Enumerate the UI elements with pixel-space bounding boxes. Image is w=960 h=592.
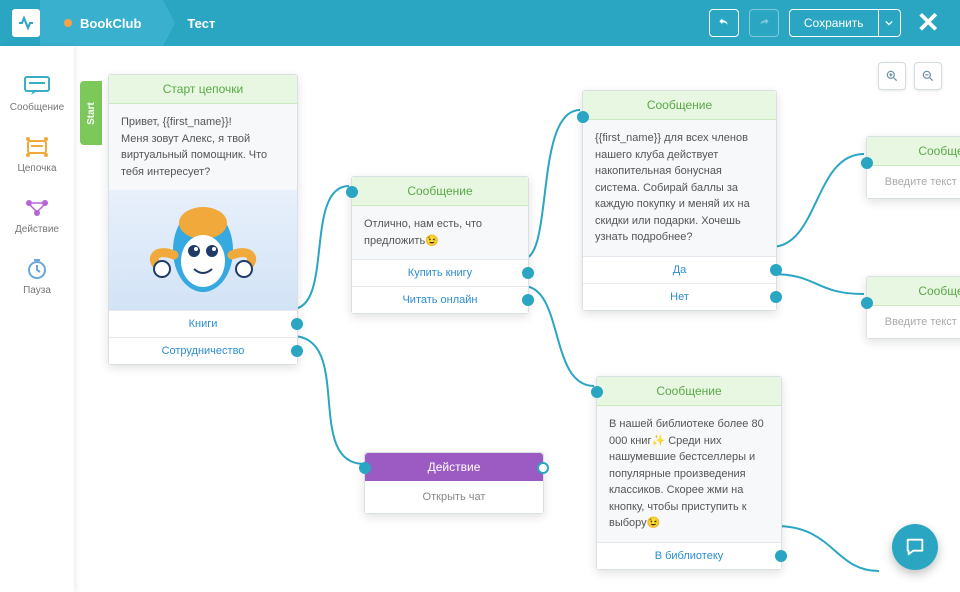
- save-dropdown[interactable]: [879, 9, 901, 37]
- start-tab[interactable]: Start: [80, 81, 102, 145]
- zoom-in-icon: [885, 69, 899, 83]
- node-title: Сообщение: [867, 137, 960, 166]
- status-dot-icon: [64, 19, 72, 27]
- breadcrumb-project[interactable]: BookClub: [40, 0, 163, 46]
- node-text: Отлично, нам есть, что предложить😉: [352, 206, 528, 259]
- option-read-online[interactable]: Читать онлайн: [352, 286, 528, 313]
- node-text: Привет, {{first_name}}! Меня зовут Алекс…: [109, 104, 297, 190]
- in-port[interactable]: [861, 297, 873, 309]
- out-port[interactable]: [770, 264, 782, 276]
- node-title: Действие: [365, 453, 543, 481]
- breadcrumb-page: Тест: [163, 0, 237, 46]
- out-port[interactable]: [291, 318, 303, 330]
- node-title: Сообщение: [352, 177, 528, 206]
- save-button[interactable]: Сохранить: [789, 9, 879, 37]
- node-text: {{first_name}} для всех членов нашего кл…: [583, 120, 776, 256]
- redo-icon: [757, 16, 771, 30]
- node-title: Сообщение: [597, 377, 781, 406]
- close-button[interactable]: ✕: [911, 9, 946, 37]
- out-port[interactable]: [522, 294, 534, 306]
- out-port[interactable]: [775, 550, 787, 562]
- option-buy-book[interactable]: Купить книгу: [352, 259, 528, 286]
- node-start[interactable]: Старт цепочки Привет, {{first_name}}! Ме…: [108, 74, 298, 365]
- zoom-out-button[interactable]: [914, 62, 942, 90]
- robot-image: [109, 190, 297, 310]
- out-port[interactable]: [522, 267, 534, 279]
- out-port[interactable]: [537, 462, 549, 474]
- node-title: Сообщение: [583, 91, 776, 120]
- in-port[interactable]: [346, 186, 358, 198]
- out-port[interactable]: [770, 291, 782, 303]
- zoom-in-button[interactable]: [878, 62, 906, 90]
- node-title: Старт цепочки: [109, 75, 297, 104]
- chevron-down-icon: [885, 19, 893, 27]
- tool-chain[interactable]: Цепочка: [0, 127, 74, 188]
- option-yes[interactable]: Да: [583, 256, 776, 283]
- pause-icon: [22, 257, 52, 281]
- in-port[interactable]: [591, 386, 603, 398]
- node-message-ghost-1[interactable]: Сообщение Введите текст сообщения: [866, 136, 960, 199]
- node-title: Сообщение: [867, 277, 960, 306]
- option-no[interactable]: Нет: [583, 283, 776, 310]
- option-partnership[interactable]: Сотрудничество: [109, 337, 297, 364]
- in-port[interactable]: [861, 157, 873, 169]
- in-port[interactable]: [577, 111, 589, 123]
- in-port[interactable]: [359, 462, 371, 474]
- tool-pause[interactable]: Пауза: [0, 249, 74, 310]
- node-placeholder[interactable]: Введите текст сообщения: [867, 306, 960, 338]
- toolbox: Сообщение Цепочка Действие Пауза: [0, 46, 74, 592]
- undo-button[interactable]: [709, 9, 739, 37]
- action-icon: [22, 196, 52, 220]
- zoom-out-icon: [921, 69, 935, 83]
- undo-icon: [717, 16, 731, 30]
- chat-help-icon: [904, 536, 926, 558]
- option-books[interactable]: Книги: [109, 310, 297, 337]
- node-message-bonus[interactable]: Сообщение {{first_name}} для всех членов…: [582, 90, 777, 311]
- node-placeholder[interactable]: Введите текст сообщения: [867, 166, 960, 198]
- redo-button[interactable]: [749, 9, 779, 37]
- breadcrumb-project-label: BookClub: [80, 16, 141, 31]
- node-message-offer[interactable]: Сообщение Отлично, нам есть, что предлож…: [351, 176, 529, 314]
- node-message-ghost-2[interactable]: Сообщение Введите текст сообщения: [866, 276, 960, 339]
- node-message-library[interactable]: Сообщение В нашей библиотеке более 80 00…: [596, 376, 782, 570]
- tool-message[interactable]: Сообщение: [0, 66, 74, 127]
- node-text: В нашей библиотеке более 80 000 книг✨ Ср…: [597, 406, 781, 542]
- chain-icon: [22, 135, 52, 159]
- option-to-library[interactable]: В библиотеку: [597, 542, 781, 569]
- message-icon: [22, 74, 52, 98]
- tool-action[interactable]: Действие: [0, 188, 74, 249]
- node-action-open-chat[interactable]: Действие Открыть чат: [364, 452, 544, 514]
- breadcrumb-page-label: Тест: [187, 16, 215, 31]
- help-fab[interactable]: [892, 524, 938, 570]
- app-logo[interactable]: [12, 9, 40, 37]
- flow-canvas[interactable]: Start Старт цепочки Привет, {{first_name…: [74, 46, 960, 592]
- node-text: Открыть чат: [365, 481, 543, 513]
- out-port[interactable]: [291, 345, 303, 357]
